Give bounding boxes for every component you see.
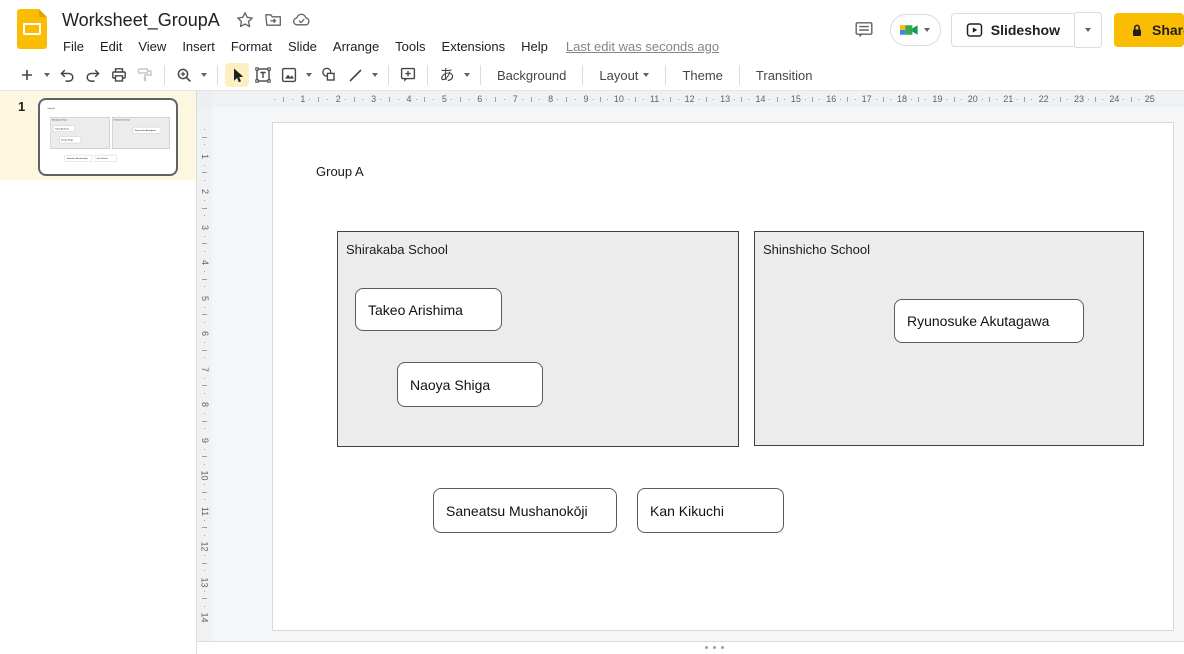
member-box-saneatsu-mushanokoji[interactable]: Saneatsu Mushanokōji (433, 488, 617, 533)
slide-title-text[interactable]: Group A (316, 164, 364, 179)
menu-help[interactable]: Help (513, 36, 556, 57)
logo-slide-glyph (23, 23, 41, 35)
slideshow-dropdown[interactable] (1075, 12, 1102, 48)
canvas[interactable]: Group A Shirakaba School Shinshicho Scho… (212, 107, 1184, 642)
slideshow-button[interactable]: Slideshow (951, 13, 1075, 47)
meet-button[interactable] (890, 14, 941, 46)
member-box-kan-kikuchi: Kan Kikuchi (95, 155, 117, 162)
paint-format-icon[interactable] (133, 63, 157, 87)
group-box-shirakaba: Shirakaba School (50, 117, 109, 149)
menu-arrange[interactable]: Arrange (325, 36, 387, 57)
meet-camera-icon (899, 22, 920, 38)
comment-history-icon[interactable] (844, 10, 884, 50)
toolbar: あ Background Layout Theme Transition (0, 60, 1184, 91)
menu-file[interactable]: File (55, 36, 92, 57)
slides-logo[interactable] (17, 9, 47, 49)
member-box-saneatsu-mushanokoji: Saneatsu Mushanokōji (65, 155, 92, 162)
workspace: 1 Group A Shirakaba School Shinshicho Sc… (0, 91, 1184, 654)
group-label-shinshicho: Shinshicho School (763, 242, 870, 257)
textbox-tool[interactable] (251, 63, 275, 87)
group-label-shirakaba: Shirakaba School (52, 119, 67, 121)
layout-label: Layout (599, 68, 638, 83)
slideshow-label: Slideshow (991, 22, 1060, 38)
notes-divider[interactable] (197, 641, 1184, 654)
new-slide-button[interactable] (15, 63, 39, 87)
filmstrip-panel: 1 Group A Shirakaba School Shinshicho Sc… (0, 91, 197, 654)
move-folder-icon[interactable] (264, 11, 282, 29)
menubar: File Edit View Insert Format Slide Arran… (55, 34, 719, 58)
member-box-kan-kikuchi[interactable]: Kan Kikuchi (637, 488, 784, 533)
menu-slide[interactable]: Slide (280, 36, 325, 57)
cloud-saved-icon (292, 11, 312, 29)
ruler-corner (197, 91, 212, 107)
menu-extensions[interactable]: Extensions (434, 36, 514, 57)
horizontal-ruler[interactable]: 1234567891011121314151617181920212223242… (212, 91, 1184, 107)
logo-fold-cover (39, 9, 47, 17)
share-button[interactable]: Share (1114, 13, 1184, 47)
slide-number: 1 (18, 99, 25, 114)
menu-edit[interactable]: Edit (92, 36, 130, 57)
member-box-takeo-arishima[interactable]: Takeo Arishima (355, 288, 502, 331)
theme-button[interactable]: Theme (672, 64, 732, 87)
lock-icon (1130, 23, 1144, 38)
menu-insert[interactable]: Insert (174, 36, 223, 57)
menu-format[interactable]: Format (223, 36, 280, 57)
drag-handle-dots-icon[interactable] (705, 646, 724, 649)
input-tools-label: あ (439, 68, 454, 83)
app-window: Worksheet_GroupA File Edit View (0, 0, 1184, 654)
add-comment-button[interactable] (396, 63, 420, 87)
shape-tool[interactable] (317, 63, 341, 87)
line-caret-icon[interactable] (368, 63, 382, 87)
top-bar: Worksheet_GroupA File Edit View (0, 0, 1184, 60)
redo-button[interactable] (81, 63, 105, 87)
transition-button[interactable]: Transition (746, 64, 823, 87)
meet-caret-icon (924, 28, 930, 32)
group-label-shirakaba: Shirakaba School (346, 242, 448, 257)
menu-tools[interactable]: Tools (387, 36, 433, 57)
group-label-shinshicho: Shinshicho School (114, 119, 130, 121)
member-box-naoya-shiga: Naoya Shiga (59, 136, 81, 143)
input-tools-button[interactable]: あ (435, 63, 459, 87)
image-tool[interactable] (277, 63, 301, 87)
member-box-ryunosuke-akutagawa[interactable]: Ryunosuke Akutagawa (894, 299, 1084, 343)
zoom-button[interactable] (172, 63, 196, 87)
canvas-area: 1234567891011121314151617181920212223242… (197, 91, 1184, 654)
star-icon[interactable] (236, 11, 254, 29)
member-box-takeo-arishima: Takeo Arishima (53, 125, 75, 131)
background-button[interactable]: Background (487, 64, 576, 87)
group-box-shirakaba[interactable]: Shirakaba School (337, 231, 739, 447)
input-tools-caret-icon[interactable] (460, 63, 474, 87)
vertical-ruler[interactable]: 1234567891011121314 (197, 107, 212, 642)
filmstrip-selection-highlight: 1 Group A Shirakaba School Shinshicho Sc… (0, 91, 196, 180)
slide-title-text: Group A (47, 107, 54, 109)
undo-button[interactable] (55, 63, 79, 87)
thumbnail-canvas: Group A Shirakaba School Shinshicho Scho… (41, 101, 174, 172)
thumbnail-mini-slide[interactable]: Group A Shirakaba School Shinshicho Scho… (41, 101, 174, 172)
slide-thumbnail[interactable]: Group A Shirakaba School Shinshicho Scho… (38, 98, 178, 176)
document-title[interactable]: Worksheet_GroupA (62, 10, 220, 31)
new-slide-caret-icon[interactable] (40, 63, 54, 87)
line-tool[interactable] (343, 63, 367, 87)
print-button[interactable] (107, 63, 131, 87)
last-edit-link[interactable]: Last edit was seconds ago (566, 39, 719, 54)
present-icon (966, 22, 983, 38)
select-tool[interactable] (225, 63, 249, 87)
slide[interactable]: Group A Shirakaba School Shinshicho Scho… (272, 122, 1174, 631)
share-label: Share (1152, 22, 1184, 38)
chevron-down-icon (1085, 28, 1091, 32)
member-box-ryunosuke-akutagawa: Ryunosuke Akutagawa (133, 127, 161, 134)
zoom-caret-icon[interactable] (197, 63, 211, 87)
member-box-naoya-shiga[interactable]: Naoya Shiga (397, 362, 543, 407)
menu-view[interactable]: View (130, 36, 174, 57)
image-caret-icon[interactable] (302, 63, 316, 87)
layout-caret-icon (643, 73, 649, 77)
layout-button[interactable]: Layout (589, 64, 659, 87)
